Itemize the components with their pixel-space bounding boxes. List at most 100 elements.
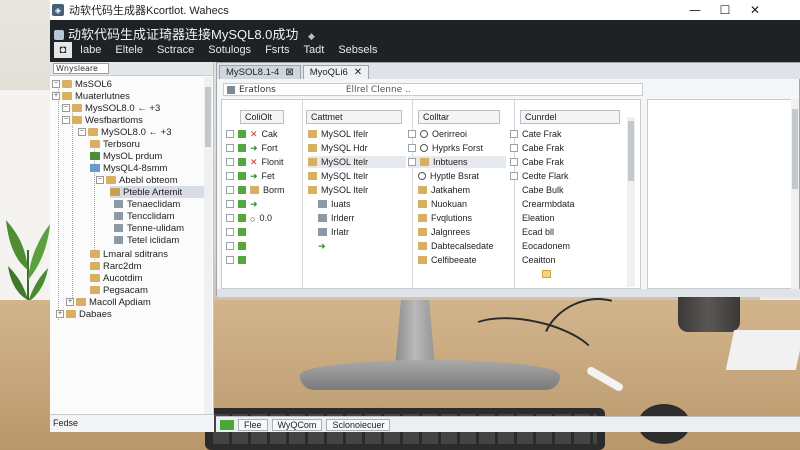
checkbox[interactable] [226,256,234,264]
checkbox[interactable] [226,242,234,250]
horizontal-scrollbar[interactable] [217,289,800,297]
grid-cell[interactable]: Ecad bll [522,226,554,238]
checkbox[interactable] [226,200,234,208]
grid-cell[interactable]: Hyprks Forst [408,142,483,154]
tree-item[interactable]: + Dabaes [56,308,112,320]
checkbox[interactable] [510,158,518,166]
grid-cell[interactable]: Cabe Frak [510,142,564,154]
checkbox[interactable] [408,144,416,152]
menu-item-4[interactable]: Sotulogs [202,42,257,58]
grid-cell[interactable]: Crearmbdata [522,198,575,210]
checkbox[interactable] [226,172,234,180]
tree-item[interactable]: Aucotdim [90,272,143,284]
navigator-select[interactable]: Wnysleare [53,63,109,74]
close-tab-icon[interactable]: ✕ [354,67,362,78]
grid-cell-selected[interactable]: Inbtuens [408,156,506,168]
grid-cell[interactable]: Celfibeeate [418,254,477,266]
grid-row[interactable]: ○ 0.0 [226,212,272,224]
tree-item[interactable]: MysQL4-8smm [90,162,167,174]
grid-cell[interactable]: Irlderr [318,212,355,224]
status-tab[interactable]: Sclonoiecuer [326,418,391,431]
grid-cell[interactable]: Ceaitton [522,254,556,266]
grid-cell-selected[interactable]: MySOL Itelr [308,156,406,168]
checkbox[interactable] [226,158,234,166]
grid-cell[interactable]: Irlatr [318,226,349,238]
grid-cell[interactable]: Eocadonem [522,240,570,252]
grid-cell[interactable]: MySQL Itelr [308,170,368,182]
status-tab[interactable]: Flee [238,418,268,431]
grid-row[interactable]: Borm [226,184,285,196]
grid-cell[interactable]: Eleation [522,212,555,224]
checkbox[interactable] [510,144,518,152]
properties-scrollbar[interactable] [791,99,799,289]
grid-row[interactable] [226,226,250,238]
grid-row[interactable] [226,254,250,266]
tree-item[interactable]: Terbsoru [90,138,140,150]
grid-cell[interactable]: MySOL Itelr [308,184,368,196]
tab-mysql-2[interactable]: MyoQLi6 ✕ [302,65,370,79]
menu-item-2[interactable]: Eltele [109,42,149,58]
tree-item[interactable]: Pegsacam [90,284,148,296]
checkbox[interactable] [408,130,416,138]
grid-cell[interactable]: Jatkahem [418,184,470,196]
tree-item[interactable]: MysOL prdum [90,150,162,162]
grid-row[interactable]: ➜ Fort [226,142,278,154]
checkbox[interactable] [510,130,518,138]
column-header[interactable]: ColiOlt [240,110,284,124]
checkbox[interactable] [226,214,234,222]
checkbox[interactable] [408,158,416,166]
grid-cell[interactable]: Jalgnrees [418,226,470,238]
tree-item[interactable]: Rarc2dm [90,260,142,272]
grid-row[interactable]: ✕ Cak [226,128,278,140]
grid-row[interactable]: ➜ Fet [226,170,275,182]
tree-item[interactable]: Lmaral sditrans [90,248,168,260]
column-header[interactable]: Cattmet [306,110,402,124]
grid-row[interactable]: ✕ Flonit [226,156,284,168]
tab-mysql-1[interactable]: MySOL8.1-4 ⊠ [219,65,301,79]
navigator-scrollbar[interactable] [204,77,212,417]
tree-item[interactable]: + Muaterlutnes [52,90,130,102]
grid-row[interactable] [226,240,250,252]
menu-item-7[interactable]: Sebsels [332,42,383,58]
tree-item[interactable]: Tencclidam [114,210,175,222]
grid-cell[interactable]: ➜ [318,240,330,252]
grid-cell[interactable]: Dabtecalsedate [418,240,494,252]
tree-item[interactable]: − Abebl obteom [96,174,178,186]
tree-item[interactable]: − MysSOL8.0 ← +3 [62,102,160,114]
grid-cell[interactable]: MySOL Ifelr [308,128,368,140]
grid-cell[interactable]: MySQL Hdr [308,142,368,154]
grid-cell[interactable]: Fvqlutions [418,212,472,224]
tree-item[interactable]: Tetel iclidam [114,234,179,246]
maximize-button[interactable]: ☐ [710,0,740,20]
grid-cell[interactable]: Hyptle Bsrat [418,170,479,182]
column-header[interactable]: Cunrdel [520,110,620,124]
grid-cell[interactable]: Cedte Flark [510,170,569,182]
checkbox[interactable] [226,144,234,152]
tree-item[interactable]: Tenaeclidam [114,198,180,210]
tree-item-selected[interactable]: Pteble Artemit [110,186,205,198]
menu-item-1[interactable]: Iabe [74,42,107,58]
grid-cell[interactable]: Cabe Frak [510,156,564,168]
minimize-button[interactable]: — [680,0,710,20]
checkbox[interactable] [226,228,234,236]
grid-scrollbar[interactable] [627,117,635,287]
filter-input[interactable]: Ellrel Clenne .. [346,85,411,95]
grid-row[interactable]: ➜ [226,198,262,210]
grid-cell[interactable]: Cate Frak [510,128,562,140]
menu-item-3[interactable]: Sctrace [151,42,200,58]
grid-cell[interactable]: Oerirreoi [408,128,467,140]
list-icon[interactable] [227,85,235,94]
tree-item[interactable]: − Wesfbartloms [62,114,143,126]
menu-item-6[interactable]: Tadt [298,42,331,58]
close-button[interactable]: ✕ [740,0,770,20]
checkbox[interactable] [226,130,234,138]
menu-item-5[interactable]: Fsrts [259,42,295,58]
menu-home-button[interactable]: ◘ [54,42,72,58]
tree-item[interactable]: − MsSOL6 [52,78,112,90]
checkbox[interactable] [226,186,234,194]
close-tab-icon[interactable]: ⊠ [285,67,293,78]
tree-item[interactable]: + Macoll Apdiam [66,296,151,308]
tree-item[interactable]: − MySOL8.0 ← +3 [78,126,172,138]
grid-cell[interactable]: Cabe Bulk [522,184,564,196]
grid-cell[interactable]: Iuats [318,198,351,210]
